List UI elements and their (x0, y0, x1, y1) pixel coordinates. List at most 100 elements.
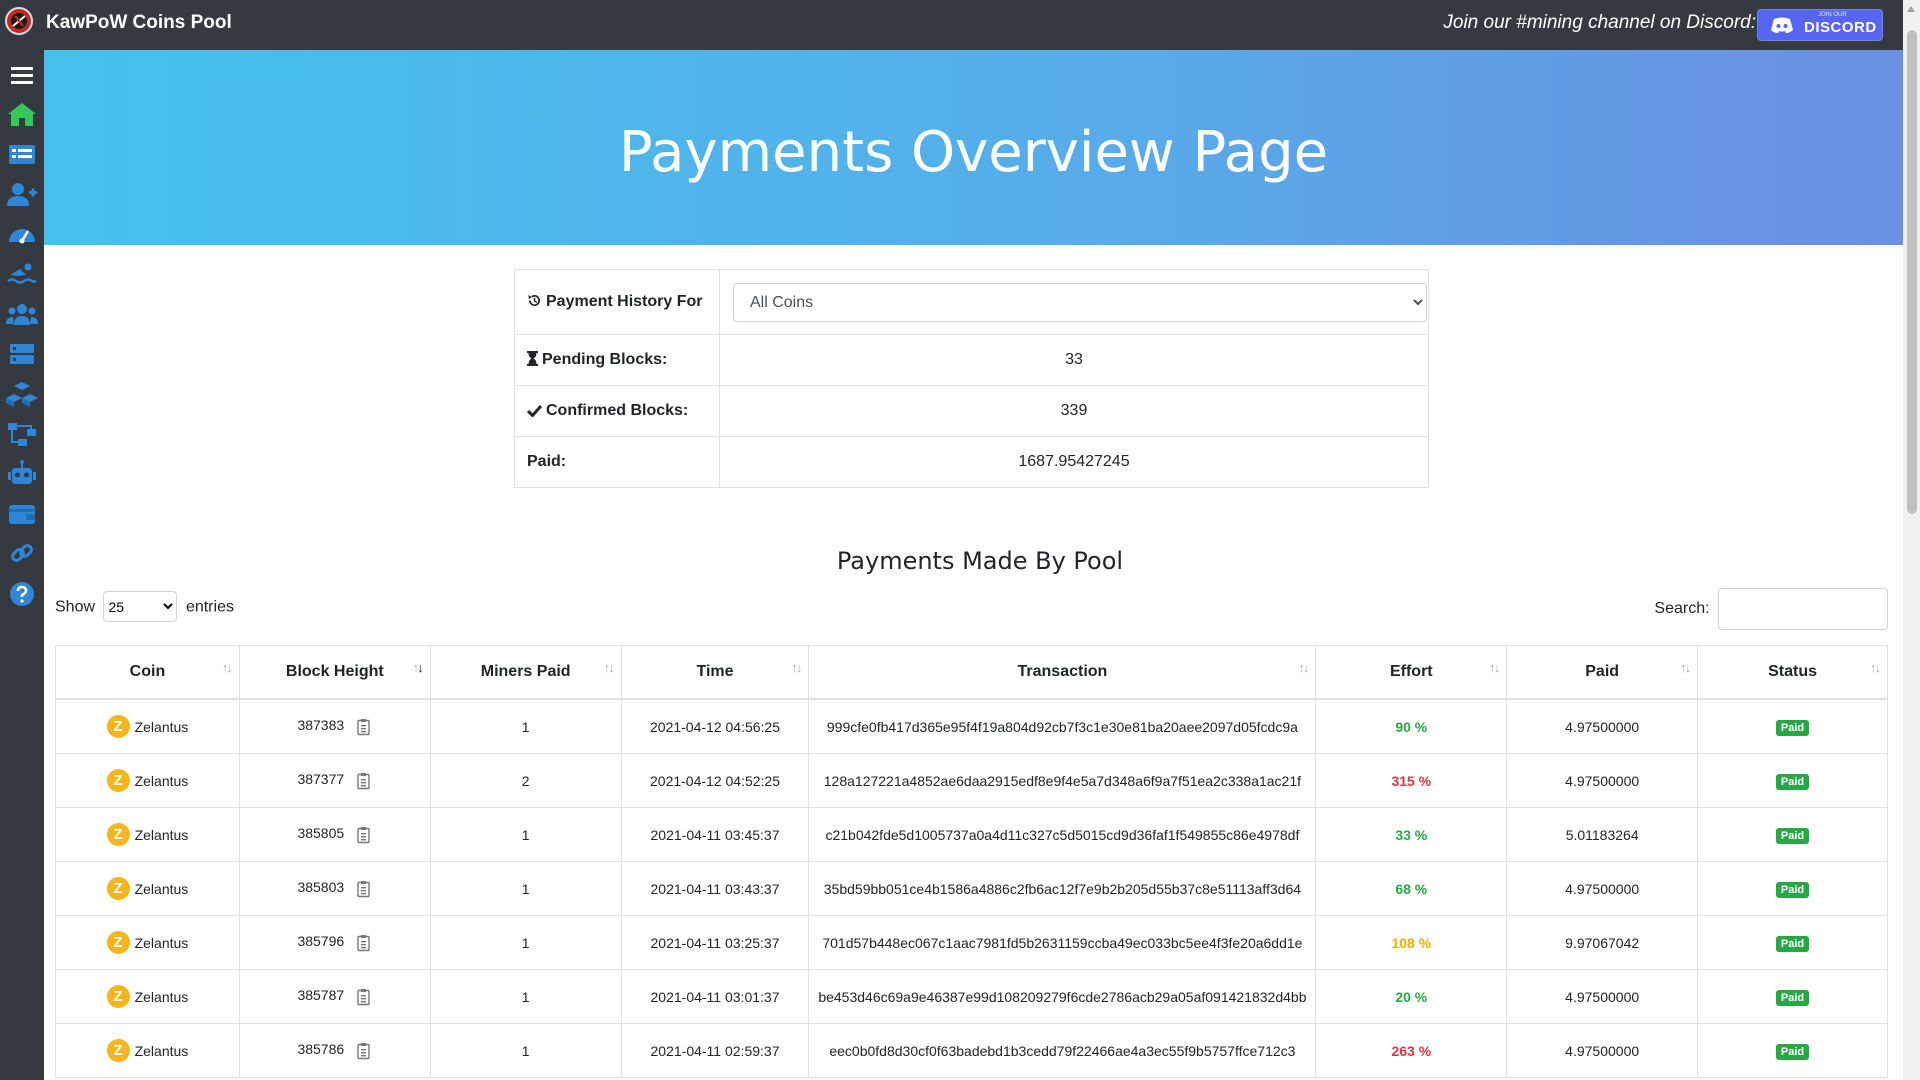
coin-select[interactable]: All Coins (733, 282, 1427, 322)
link-icon[interactable] (6, 540, 38, 568)
sort-arrows-icon: ↑↓ (1680, 660, 1691, 675)
copy-clipboard-icon[interactable] (354, 988, 372, 1006)
coin-link[interactable]: Z Zelantus (106, 769, 188, 792)
wallet-icon[interactable] (6, 500, 38, 528)
users-icon[interactable] (6, 300, 38, 328)
transaction-hash-link[interactable]: be453d46c69a9e46387e99d108209279f6cde278… (818, 989, 1306, 1005)
show-label: Show (55, 598, 96, 616)
transaction-cell: 999cfe0fb417d365e95f4f19a804d92cb7f3c1e3… (808, 698, 1317, 754)
miners-paid-cell: 2 (429, 753, 622, 808)
transaction-hash-link[interactable]: c21b042fde5d1005737a0a4d11c327c5d5015cd9… (825, 827, 1299, 843)
coin-cell: Z Zelantus (55, 698, 240, 754)
coin-link[interactable]: Z Zelantus (106, 715, 188, 738)
table-row: Z Zelantus 387377 2 2021-04-12 04:52:25 128a1… (55, 753, 1888, 808)
list-icon[interactable] (6, 140, 38, 168)
column-header-status[interactable]: Status ↑↓ (1697, 645, 1888, 700)
coin-link[interactable]: Z Zelantus (106, 877, 188, 900)
robot-icon[interactable] (6, 460, 38, 488)
status-cell: Paid (1697, 969, 1888, 1024)
coin-link[interactable]: Z Zelantus (106, 1039, 189, 1062)
zelantus-coin-icon: Z (106, 823, 130, 846)
block-height-link[interactable]: 385796 (297, 933, 344, 949)
column-header-block-height[interactable]: Block Height ↑↓ (238, 645, 431, 700)
column-header-label: Transaction (1017, 663, 1108, 680)
copy-clipboard-icon[interactable] (354, 1042, 372, 1060)
coin-cell: Z Zelantus (55, 1023, 240, 1078)
scrollbar-thumb[interactable] (1907, 30, 1917, 514)
copy-clipboard-icon[interactable] (354, 772, 372, 790)
scroll-up-arrow-icon[interactable] (1907, 6, 1915, 12)
brand-logo-icon[interactable] (5, 7, 33, 35)
cubes-icon[interactable] (6, 380, 38, 408)
copy-clipboard-icon[interactable] (354, 826, 372, 844)
effort-cell: 33 % (1315, 807, 1508, 862)
entries-per-page-select[interactable]: 25 (103, 591, 178, 622)
column-header-coin[interactable]: Coin ↑↓ (55, 645, 240, 700)
payments-section-title: Payments Made By Pool (836, 547, 1124, 575)
discord-join-button[interactable]: JOIN OUR DISCORD (1757, 9, 1883, 41)
status-badge: Paid (1775, 719, 1810, 736)
pending-blocks-label-cell: Pending Blocks: (514, 334, 720, 386)
column-header-effort[interactable]: Effort ↑↓ (1315, 645, 1508, 700)
block-height-link[interactable]: 385786 (297, 1041, 344, 1057)
column-header-paid[interactable]: Paid ↑↓ (1506, 645, 1699, 700)
page-scrollbar[interactable] (1903, 0, 1920, 1080)
discord-logo-icon (1771, 17, 1793, 33)
transaction-hash-link[interactable]: 128a127221a4852ae6daa2915edf8e9f4e5a7d34… (824, 773, 1301, 789)
transaction-hash-link[interactable]: eec0b0fd8d30cf0f63badebd1b3cedd79f22466a… (829, 1043, 1295, 1059)
pool-swimmer-icon[interactable] (6, 260, 38, 288)
copy-clipboard-icon[interactable] (354, 934, 372, 952)
payment-history-label-cell: Payment History For (514, 269, 720, 335)
coin-name: Zelantus (134, 1042, 189, 1059)
brand-title[interactable]: KawPoW Coins Pool (46, 12, 232, 34)
block-height-link[interactable]: 385787 (297, 987, 344, 1003)
transaction-cell: be453d46c69a9e46387e99d108209279f6cde278… (808, 969, 1317, 1024)
discord-word: DISCORD (1804, 19, 1877, 36)
sort-arrows-icon: ↑↓ (1489, 660, 1500, 675)
column-header-time[interactable]: Time ↑↓ (620, 645, 810, 700)
coin-link[interactable]: Z Zelantus (106, 823, 188, 846)
table-header-row: Coin ↑↓ Block Height ↑↓ Miners Paid ↑↓ Time… (55, 645, 1888, 700)
column-header-miners-paid[interactable]: Miners Paid ↑↓ (429, 645, 622, 700)
column-header-transaction[interactable]: Transaction ↑↓ (808, 645, 1317, 700)
column-header-label: Status (1768, 663, 1817, 680)
table-row: Z Zelantus 385796 1 2021-04-11 03:25:37 701d5… (55, 915, 1888, 970)
network-tree-icon[interactable] (6, 420, 38, 448)
coin-link[interactable]: Z Zelantus (106, 985, 188, 1008)
server-icon[interactable] (6, 340, 38, 368)
coin-link[interactable]: Z Zelantus (106, 931, 188, 954)
paid-total-value: 1687.95427245 (719, 436, 1429, 488)
sidebar (0, 50, 44, 1080)
paid-amount-cell: 5.01183264 (1506, 807, 1699, 862)
table-row: Z Zelantus 385787 1 2021-04-11 03:01:37 be453… (55, 969, 1888, 1024)
menu-icon[interactable] (6, 62, 38, 90)
coin-cell: Z Zelantus (55, 861, 240, 916)
block-height-link[interactable]: 385805 (297, 825, 344, 841)
transaction-hash-link[interactable]: 701d57b448ec067c1aac7981fd5b2631159ccba4… (822, 935, 1302, 951)
home-icon[interactable] (6, 100, 38, 128)
column-header-label: Coin (129, 663, 166, 680)
block-height-link[interactable]: 387377 (297, 771, 344, 787)
entries-label: entries (185, 598, 234, 616)
transaction-hash-link[interactable]: 35bd59bb051ce4b1586a4886c2fb6ac12f7e9b2b… (824, 881, 1301, 897)
add-user-icon[interactable] (6, 180, 38, 208)
effort-cell: 68 % (1315, 861, 1508, 916)
miners-paid-cell: 1 (429, 969, 622, 1024)
status-badge: Paid (1775, 989, 1810, 1006)
block-height-link[interactable]: 387383 (297, 717, 344, 733)
sort-descending-icon: ↑↓ (412, 660, 424, 675)
block-height-link[interactable]: 385803 (297, 879, 344, 895)
sort-arrows-icon: ↑↓ (1298, 660, 1309, 675)
help-question-icon[interactable] (6, 580, 38, 608)
copy-clipboard-icon[interactable] (354, 880, 372, 898)
checkmark-icon (527, 404, 542, 417)
copy-clipboard-icon[interactable] (354, 718, 372, 736)
transaction-hash-link[interactable]: 999cfe0fb417d365e95f4f19a804d92cb7f3c1e3… (827, 719, 1298, 735)
coin-cell: Z Zelantus (55, 753, 240, 808)
status-badge: Paid (1775, 773, 1810, 790)
column-header-label: Effort (1389, 663, 1433, 680)
dashboard-gauge-icon[interactable] (6, 220, 38, 248)
paid-label: Paid: (514, 436, 720, 488)
search-input[interactable] (1718, 588, 1888, 630)
paid-amount-cell: 4.97500000 (1506, 969, 1699, 1024)
